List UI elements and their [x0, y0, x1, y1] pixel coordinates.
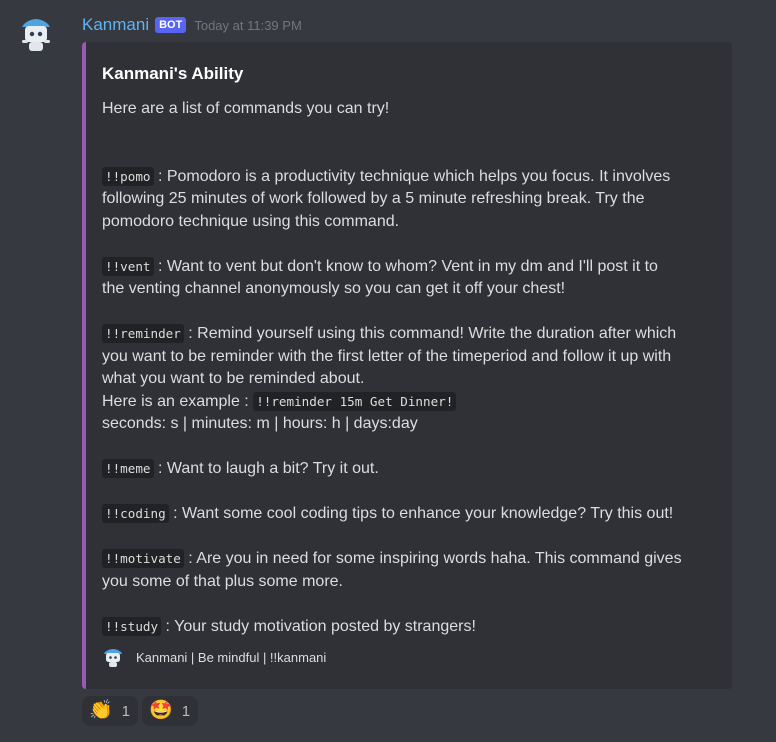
reactions-bar: 👏 1 🤩 1: [82, 696, 202, 726]
intro-text: Here are a list of commands you can try!: [102, 100, 390, 117]
command-code: !!pomo: [102, 166, 154, 186]
reaction-count: 1: [121, 702, 131, 720]
command-line: !!pomo : Pomodoro is a productivity tech…: [102, 166, 702, 189]
embed: Kanmani's Ability Here are a list of com…: [82, 42, 732, 689]
command-line: !!study : Your study motivation posted b…: [102, 616, 702, 639]
command-text: the venting channel anonymously so you c…: [102, 280, 566, 297]
command-line: !!vent : Want to vent but don't know to …: [102, 256, 702, 279]
username[interactable]: Kanmani: [82, 15, 149, 35]
clapping-hands-icon: 👏: [89, 700, 113, 721]
command-code: !!reminder: [102, 324, 184, 343]
example-code: !!reminder 15m Get Dinner!: [253, 391, 457, 411]
command-code: !!coding: [102, 504, 169, 523]
command-code: !!meme: [102, 459, 154, 478]
embed-footer: Kanmani | Be mindful | !!kanmani: [102, 646, 326, 668]
command-code: !!vent: [102, 256, 154, 276]
bot-avatar[interactable]: [16, 14, 56, 54]
footer-text: Kanmani | Be mindful | !!kanmani: [136, 649, 327, 665]
reaction-clap[interactable]: 👏 1: [82, 696, 139, 726]
command-text: what you want to be reminded about.: [102, 370, 365, 387]
reaction-star-struck[interactable]: 🤩 1: [142, 696, 199, 726]
star-struck-icon: 🤩: [149, 700, 173, 721]
example-line: Here is an example : !!reminder 15m Get …: [102, 391, 702, 414]
command-line: !!coding : Want some cool coding tips to…: [102, 503, 702, 526]
command-line: !!motivate : Are you in need for some in…: [102, 548, 702, 571]
robot-avatar-icon: [16, 14, 56, 54]
command-text: pomodoro technique using this command.: [102, 212, 400, 230]
robot-footer-icon: [104, 649, 122, 667]
embed-description: Here are a list of commands you can try!…: [102, 98, 702, 638]
command-line: !!meme : Want to laugh a bit? Try it out…: [102, 458, 702, 481]
command-text: you some of that plus some more.: [102, 572, 343, 590]
command-code: !!motivate: [102, 549, 184, 568]
command-text: you want to be reminder with the first l…: [102, 347, 672, 365]
timestamp: Today at 11:39 PM: [194, 17, 302, 33]
embed-title: Kanmani's Ability: [102, 64, 244, 83]
units-text: seconds: s | minutes: m | hours: h | day…: [102, 415, 418, 432]
command-code: !!study: [102, 616, 162, 636]
command-text: following 25 minutes of work followed by…: [102, 190, 645, 207]
reaction-count: 1: [181, 702, 191, 720]
message-header: Kanmani BOT Today at 11:39 PM: [82, 13, 302, 37]
command-line: !!reminder : Remind yourself using this …: [102, 323, 702, 346]
bot-tag: BOT: [155, 17, 187, 33]
chat-message: Kanmani BOT Today at 11:39 PM Kanmani's …: [0, 0, 776, 742]
